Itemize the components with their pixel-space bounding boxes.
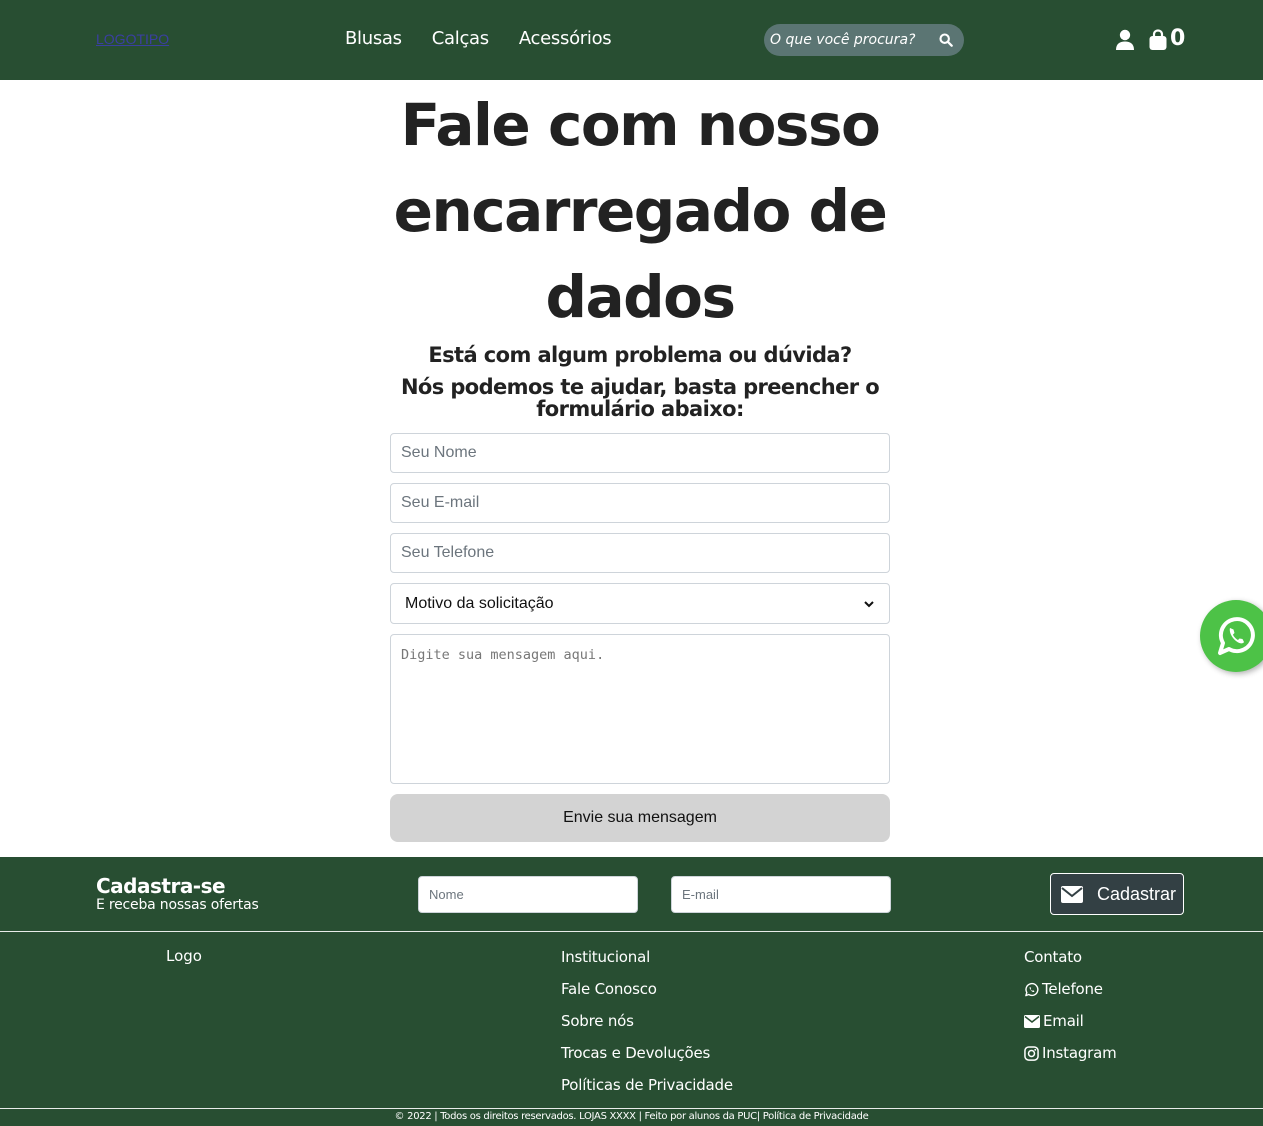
main-nav: Blusas Calças Acessórios bbox=[345, 28, 612, 49]
footer-phone-label: Telefone bbox=[1042, 980, 1103, 998]
search-icon bbox=[939, 33, 953, 47]
whatsapp-icon bbox=[1025, 982, 1039, 996]
newsletter-email-input[interactable] bbox=[671, 876, 891, 913]
chevron-down-icon bbox=[864, 600, 874, 607]
message-field[interactable] bbox=[390, 634, 890, 784]
footer-link-trocas[interactable]: Trocas e Devoluções bbox=[561, 1043, 733, 1063]
footer-contact: Contato Telefone Email Instagram bbox=[1024, 947, 1117, 1063]
email-field[interactable] bbox=[390, 483, 890, 523]
footer: Logo Institucional Fale Conosco Sobre nó… bbox=[0, 932, 1263, 1126]
envelope-icon bbox=[1024, 1014, 1040, 1028]
footer-logo: Logo bbox=[166, 947, 202, 965]
newsletter-title: Cadastra-se bbox=[96, 874, 226, 898]
footer-institutional-heading: Institucional bbox=[561, 948, 651, 966]
name-field[interactable] bbox=[390, 433, 890, 473]
instagram-icon bbox=[1024, 1045, 1039, 1061]
envelope-icon bbox=[1061, 885, 1083, 903]
page-title: Fale com nosso encarregado de dados bbox=[393, 91, 888, 331]
newsletter-button-label: Cadastrar bbox=[1097, 883, 1177, 904]
footer-link-telefone[interactable]: Telefone bbox=[1024, 979, 1117, 999]
nav-item-acessorios[interactable]: Acessórios bbox=[519, 28, 612, 49]
cart-count: 0 bbox=[1170, 26, 1186, 51]
search-input[interactable] bbox=[764, 24, 924, 56]
phone-field[interactable] bbox=[390, 533, 890, 573]
footer-link-politicas[interactable]: Políticas de Privacidade bbox=[561, 1075, 733, 1095]
footer-contact-heading: Contato bbox=[1024, 948, 1082, 966]
footer-link-instagram[interactable]: Instagram bbox=[1024, 1043, 1117, 1063]
newsletter-bar: Cadastra-se E receba nossas ofertas Cada… bbox=[0, 857, 1263, 931]
nav-item-calcas[interactable]: Calças bbox=[432, 28, 489, 49]
whatsapp-icon bbox=[1218, 617, 1255, 655]
search-bar bbox=[764, 24, 964, 56]
subtitle-line-1: Está com algum problema ou dúvida? bbox=[428, 343, 852, 367]
newsletter-subtitle: E receba nossas ofertas bbox=[96, 897, 259, 913]
footer-institutional: Institucional Fale Conosco Sobre nós Tro… bbox=[561, 947, 733, 1095]
footer-link-sobre-nos[interactable]: Sobre nós bbox=[561, 1011, 733, 1031]
footer-link-fale-conosco[interactable]: Fale Conosco bbox=[561, 979, 733, 999]
reason-select-value: Motivo da solicitação bbox=[405, 594, 554, 612]
newsletter-submit-button[interactable]: Cadastrar bbox=[1050, 873, 1184, 915]
footer-divider bbox=[0, 1108, 1263, 1109]
shopping-bag-icon[interactable] bbox=[1148, 29, 1168, 51]
footer-link-email[interactable]: Email bbox=[1024, 1011, 1117, 1031]
search-button[interactable] bbox=[928, 24, 964, 56]
page-subtitle: Está com algum problema ou dúvida? Nós p… bbox=[390, 344, 890, 420]
header: LOGOTIPO Blusas Calças Acessórios 0 bbox=[0, 0, 1263, 80]
reason-select[interactable]: Motivo da solicitação bbox=[390, 583, 890, 624]
user-icon[interactable] bbox=[1115, 29, 1135, 51]
subtitle-line-2: Nós podemos te ajudar, basta preencher o… bbox=[400, 375, 880, 421]
footer-email-label: Email bbox=[1043, 1012, 1084, 1030]
whatsapp-button[interactable] bbox=[1200, 600, 1263, 672]
nav-item-blusas[interactable]: Blusas bbox=[345, 28, 402, 49]
footer-instagram-label: Instagram bbox=[1042, 1044, 1117, 1062]
submit-button[interactable]: Envie sua mensagem bbox=[390, 794, 890, 842]
logo-link[interactable]: LOGOTIPO bbox=[96, 31, 169, 47]
copyright: © 2022 | Todos os direitos reservados. L… bbox=[394, 1111, 869, 1122]
newsletter-name-input[interactable] bbox=[418, 876, 638, 913]
